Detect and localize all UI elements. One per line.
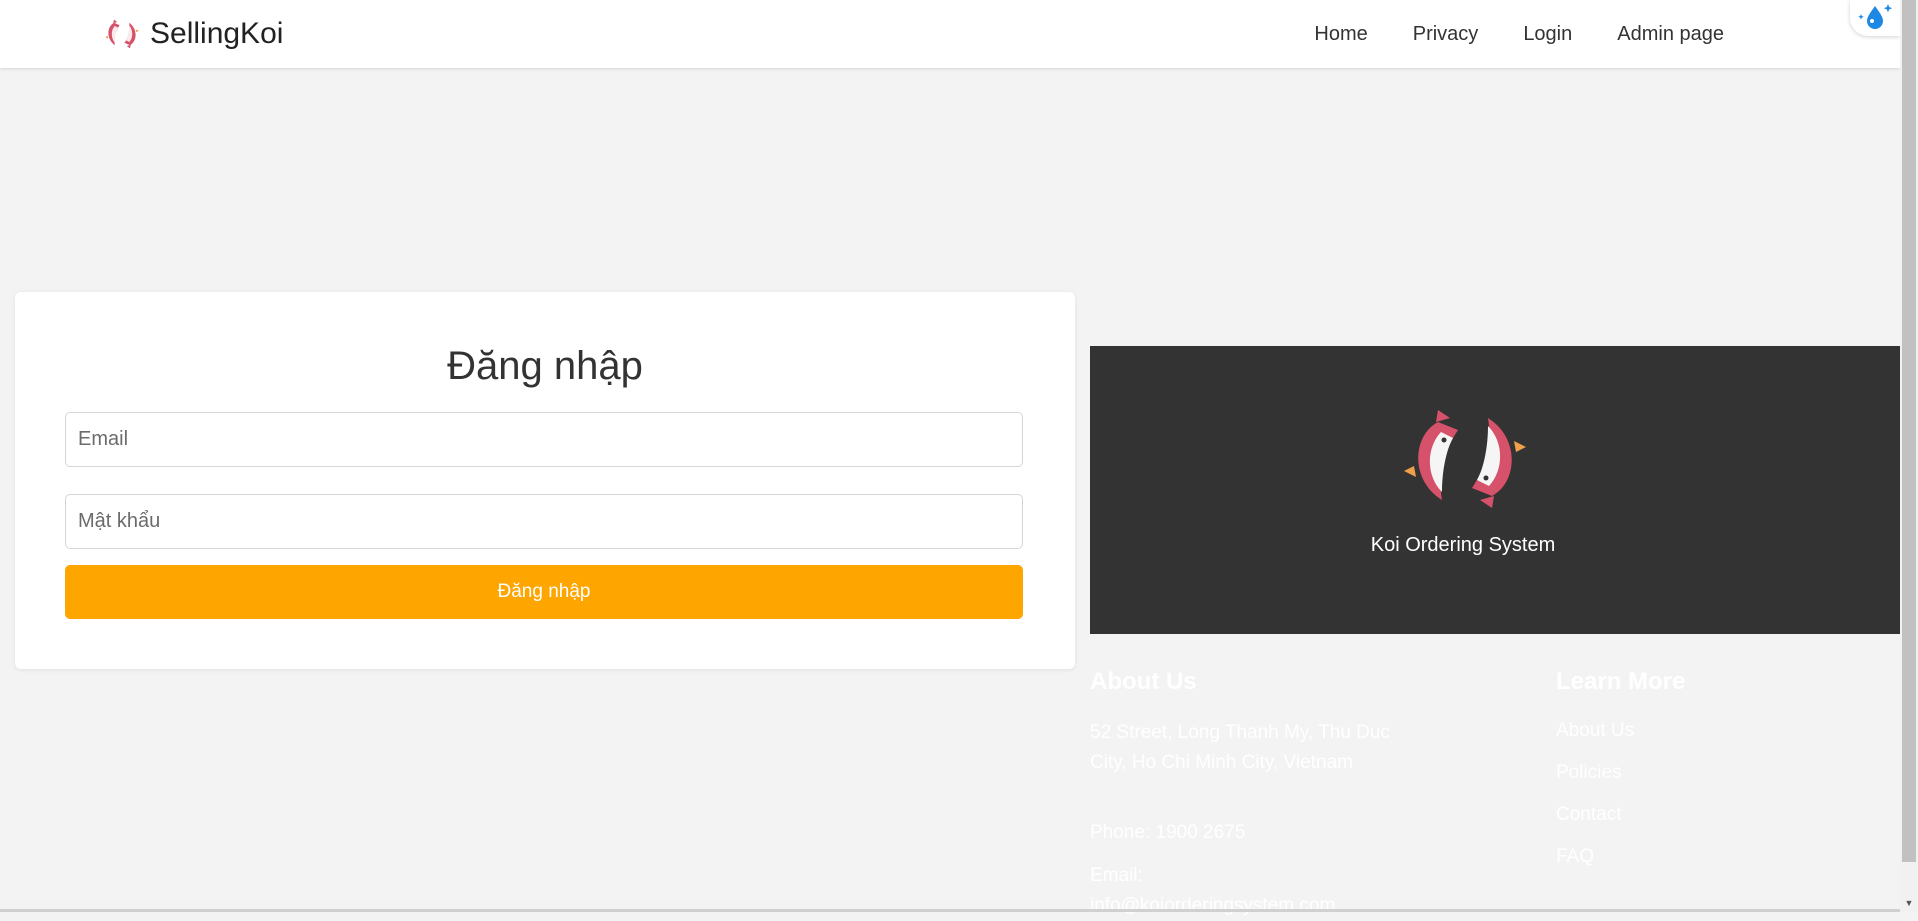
footer-learn-more-column: Learn More About Us Policies Contact FAQ (1556, 668, 1756, 867)
promo-caption: Koi Ordering System (1370, 534, 1556, 556)
footer-email-label: Email: (1090, 865, 1143, 886)
water-drop-sparkle-icon (1858, 4, 1893, 29)
login-card: Đăng nhập Đăng nhập (15, 292, 1075, 669)
login-submit-button[interactable]: Đăng nhập (65, 565, 1023, 619)
login-title: Đăng nhập (447, 344, 643, 388)
nav-privacy[interactable]: Privacy (1413, 23, 1479, 46)
nav-admin-page[interactable]: Admin page (1617, 23, 1724, 46)
footer-about-heading: About Us (1090, 668, 1197, 695)
scroll-down-arrow-icon[interactable]: ▼ (1902, 896, 1916, 910)
footer-address: 52 Street, Long Thanh My, Thu Duc City, … (1090, 722, 1390, 773)
brand-name: SellingKoi (150, 17, 284, 50)
email-input[interactable] (65, 412, 1023, 467)
vertical-scrollbar[interactable]: ▼ (1900, 0, 1918, 912)
promo-panel: Koi Ordering System (1090, 346, 1900, 634)
top-navbar: SellingKoi Home Privacy Login Admin page (0, 0, 1900, 68)
nav-login[interactable]: Login (1523, 23, 1572, 46)
koi-fish-icon (105, 19, 139, 49)
nav-home[interactable]: Home (1314, 23, 1367, 46)
footer-email-value[interactable]: info@koiorderingsystem.com (1090, 891, 1430, 921)
footer-about-column: About Us 52 Street, Long Thanh My, Thu D… (1090, 668, 1390, 916)
footer-link-policies[interactable]: Policies (1556, 762, 1621, 784)
nav-links: Home Privacy Login Admin page (1269, 0, 1724, 68)
scrollbar-thumb[interactable] (1902, 0, 1916, 862)
footer-phone: Phone: 1900 2675 (1090, 822, 1246, 843)
extension-badge[interactable] (1850, 0, 1900, 36)
brand-link[interactable]: SellingKoi (102, 13, 283, 55)
password-input[interactable] (65, 494, 1023, 549)
footer-link-faq[interactable]: FAQ (1556, 846, 1594, 868)
footer-learn-more-heading: Learn More (1556, 668, 1686, 695)
footer-link-contact[interactable]: Contact (1556, 804, 1621, 826)
koi-fish-icon (1404, 410, 1526, 508)
footer-link-about-us[interactable]: About Us (1556, 720, 1634, 742)
